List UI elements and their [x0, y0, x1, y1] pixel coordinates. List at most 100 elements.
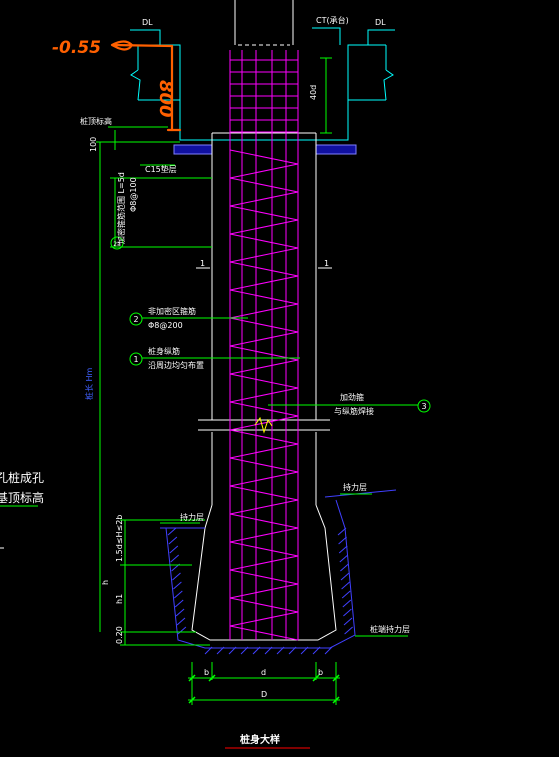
soil-hatch-tick — [176, 617, 186, 626]
pile-length-label: 桩长 Hm — [84, 367, 94, 400]
spiral-stirrup — [229, 261, 299, 277]
spiral-stirrup — [229, 583, 299, 599]
dim-b-right-label: b — [318, 668, 323, 677]
spiral-stirrup — [229, 569, 299, 585]
bearing-layer-left-label: 持力层 — [180, 512, 204, 522]
c15-cushion-label: C15垫层 — [145, 164, 177, 174]
pile-top-elevation-label: 桩顶标高 — [80, 116, 112, 126]
circle-2a-label: 2a — [113, 241, 121, 248]
dl-left-label: DL — [142, 18, 153, 27]
bell-dim-1-label: 1.5d≤H≤2b — [115, 515, 124, 562]
spiral-stirrup — [229, 205, 299, 221]
spiral-stirrup — [229, 457, 299, 473]
spiral-stirrup — [229, 527, 299, 543]
dim-b-left-label: b — [204, 668, 209, 677]
bearing-layer-right-label: 持力层 — [343, 482, 367, 492]
section-mark-left: 1 — [200, 259, 205, 268]
spiral-stirrup — [229, 401, 299, 417]
soil-hatch-tick — [341, 590, 351, 599]
soil-hatch-tick — [167, 527, 177, 536]
rebar-spec-top-label: 加密箍筋范围 L=5d — [116, 172, 126, 244]
spiral-stirrup — [229, 233, 299, 249]
spiral-spec-label: Φ8@200 — [148, 321, 183, 330]
rebar-spec-sub-label: Φ8@100 — [129, 177, 138, 212]
bell-dim-h-label: h — [101, 580, 110, 585]
spiral-stirrup — [229, 303, 299, 319]
soil-hatch-tick — [338, 545, 348, 554]
soil-hatch-tick — [172, 572, 181, 581]
stiff-ring-spec-label: 与纵筋焊接 — [334, 406, 374, 416]
spiral-stirrup — [229, 275, 299, 291]
soil-hatch-tick — [343, 608, 352, 617]
spiral-stirrup — [229, 443, 299, 459]
dl-right-label: DL — [375, 18, 386, 27]
spiral-stirrup — [229, 499, 299, 515]
handwritten-elevation: -0.55 — [52, 38, 101, 58]
spiral-stirrup — [229, 331, 299, 347]
spiral-stirrup — [229, 541, 299, 557]
section-mark-right: 1 — [324, 259, 329, 268]
c15-cushion — [173, 144, 357, 155]
spiral-stirrup — [229, 415, 299, 431]
soil-hatch-tick — [339, 554, 349, 563]
drawing-title: 桩身大样 — [240, 733, 280, 746]
soil-hatch-tick — [343, 617, 353, 626]
soil-hatch-tick — [168, 536, 178, 545]
soil-hatch-tick — [337, 527, 347, 536]
dim-D-label: D — [261, 690, 267, 699]
rebar-cage — [229, 50, 299, 641]
spiral-stirrup — [229, 247, 299, 263]
circle-2-label: 2 — [133, 315, 138, 324]
main-bar-spec-label: 沿周边均匀布置 — [148, 360, 204, 370]
soil-hatch-tick — [175, 608, 185, 617]
spiral-stirrup — [229, 485, 299, 501]
spiral-stirrup — [229, 387, 299, 403]
soil-hatch-tick — [170, 554, 180, 563]
column-stub — [234, 0, 294, 46]
handwritten-depth: 800 — [155, 80, 176, 118]
bell-dim-h1-label: h1 — [115, 594, 124, 604]
soil-hatch-tick — [340, 572, 350, 581]
spiral-stirrup — [229, 513, 299, 529]
spiral-stirrup — [229, 597, 299, 613]
spiral-stirrup — [229, 555, 299, 571]
spiral-stirrup — [229, 149, 299, 165]
soil-hatch-tick — [177, 626, 187, 635]
soil-hatch-tick — [173, 581, 182, 590]
soil-hatch-tick — [174, 599, 184, 608]
spiral-stirrup — [229, 289, 299, 305]
spiral-stirrup — [229, 625, 299, 641]
spiral-stirrup — [229, 359, 299, 375]
spiral-stirrup — [229, 163, 299, 179]
spiral-label: 非加密区箍筋 — [148, 306, 196, 316]
soil-hatch-tick — [341, 581, 350, 590]
ct-label: CT(承台) — [316, 15, 349, 25]
spiral-stirrup — [229, 317, 299, 333]
circle-3-label: 3 — [421, 402, 426, 411]
left-note-2: 基顶标高 — [0, 490, 44, 505]
soil-hatch-tick — [169, 545, 179, 554]
soil-hatch-tick — [338, 536, 347, 545]
main-bar-label: 桩身纵筋 — [148, 346, 180, 356]
bearing-stratum-label: 桩端持力层 — [370, 624, 410, 634]
spiral-stirrup — [229, 219, 299, 235]
soil-hatch-tick — [173, 590, 183, 599]
anchor-length-label: 40d — [309, 85, 318, 100]
stiff-ring-label: 加劲箍 — [340, 392, 364, 402]
spiral-stirrup — [229, 611, 299, 627]
pile-top-dim-label: 100 — [89, 137, 98, 152]
spiral-stirrup — [229, 471, 299, 487]
pile-shaft — [191, 132, 337, 641]
left-note-1: 孔桩成孔 — [0, 470, 44, 485]
pile-detail-drawing: -0.55 800 DL DL CT(承台) 40d 桩顶标高 100 C15垫… — [0, 0, 431, 749]
spiral-stirrup — [229, 191, 299, 207]
dim-d-label: d — [261, 668, 266, 677]
soil-hatch-tick — [342, 599, 352, 608]
soil-hatch-tick — [340, 563, 349, 572]
bell-dim-base-label: 0.20 — [115, 626, 124, 644]
soil-hatch-tick — [344, 626, 353, 635]
spiral-stirrup — [229, 373, 299, 389]
spiral-stirrup — [229, 177, 299, 193]
circle-1-label: 1 — [133, 355, 138, 364]
labels: DL DL CT(承台) 40d 桩顶标高 100 C15垫层 加密箍筋范围 L… — [80, 15, 410, 699]
